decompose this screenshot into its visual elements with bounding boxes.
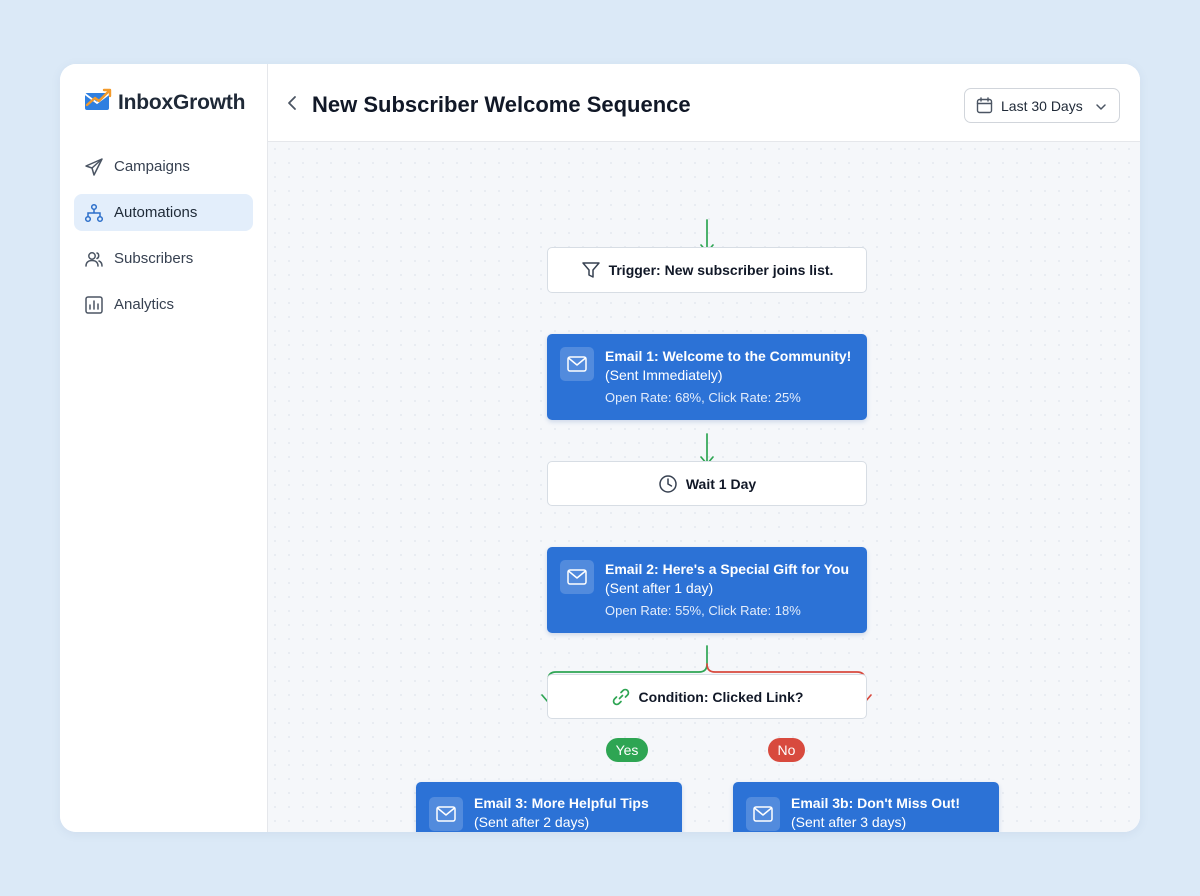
email-3b-subtitle: (Sent after 3 days) bbox=[791, 814, 907, 830]
mail-icon bbox=[560, 347, 594, 381]
sidebar-nav: Campaigns Automations Subscribers Analyt… bbox=[74, 148, 253, 332]
mail-icon bbox=[560, 560, 594, 594]
app-window: InboxGrowth Campaigns Automations Subscr… bbox=[60, 64, 1140, 832]
filter-icon bbox=[581, 260, 601, 280]
email-2-subtitle: (Sent after 1 day) bbox=[605, 580, 714, 596]
trigger-label: Trigger: New subscriber joins list. bbox=[608, 262, 834, 278]
page-header: New Subscriber Welcome Sequence Last 30 … bbox=[268, 64, 1140, 142]
email-2-stats: Open Rate: 55%, Click Rate: 18% bbox=[605, 603, 801, 618]
bar-chart-icon bbox=[84, 295, 104, 315]
link-icon bbox=[611, 687, 631, 707]
email-1-subtitle: (Sent Immediately) bbox=[605, 367, 723, 383]
paper-plane-icon bbox=[84, 157, 104, 177]
email-1-node[interactable]: Email 1: Welcome to the Community! (Sent… bbox=[547, 334, 867, 420]
page-title: New Subscriber Welcome Sequence bbox=[312, 92, 691, 117]
branch-no-label: No bbox=[768, 738, 805, 762]
main-panel: New Subscriber Welcome Sequence Last 30 … bbox=[268, 64, 1140, 832]
brand[interactable]: InboxGrowth bbox=[84, 88, 245, 117]
brand-name: InboxGrowth bbox=[118, 90, 246, 114]
condition-node[interactable]: Condition: Clicked Link? bbox=[547, 674, 867, 719]
email-3b-title: Email 3b: Don't Miss Out! bbox=[791, 795, 961, 811]
mail-icon bbox=[429, 797, 463, 831]
wait-label: Wait 1 Day bbox=[685, 475, 757, 492]
workflow-canvas: Trigger: New subscriber joins list. Emai… bbox=[268, 142, 1140, 832]
sidebar-item-analytics[interactable]: Analytics bbox=[74, 286, 253, 323]
email-2-node[interactable]: Email 2: Here's a Special Gift for You (… bbox=[547, 547, 867, 633]
email-1-stats: Open Rate: 68%, Click Rate: 25% bbox=[605, 390, 801, 405]
branch-yes-label: Yes bbox=[606, 738, 648, 762]
logo-icon bbox=[84, 88, 112, 117]
clock-icon bbox=[658, 474, 678, 494]
date-range-select[interactable]: Last 30 Days bbox=[964, 88, 1120, 123]
email-3-node[interactable]: Email 3: More Helpful Tips (Sent after 2… bbox=[416, 782, 682, 832]
sidebar-item-label: Campaigns bbox=[114, 158, 190, 175]
sidebar-item-subscribers[interactable]: Subscribers bbox=[74, 240, 253, 277]
sidebar-item-automations[interactable]: Automations bbox=[74, 194, 253, 231]
back-arrow-icon[interactable] bbox=[284, 94, 302, 112]
condition-label: Condition: Clicked Link? bbox=[638, 688, 804, 705]
sidebar-item-label: Automations bbox=[114, 204, 198, 221]
sidebar-item-label: Analytics bbox=[114, 296, 175, 313]
date-range-value: Last 30 Days bbox=[1001, 97, 1083, 114]
wait-node[interactable]: Wait 1 Day bbox=[547, 461, 867, 506]
sidebar: InboxGrowth Campaigns Automations Subscr… bbox=[60, 64, 268, 832]
mail-icon bbox=[746, 797, 780, 831]
email-3-title: Email 3: More Helpful Tips bbox=[474, 795, 649, 811]
email-3-subtitle: (Sent after 2 days) bbox=[474, 814, 590, 830]
email-2-title: Email 2: Here's a Special Gift for You bbox=[605, 561, 850, 577]
calendar-icon bbox=[976, 97, 993, 114]
workflow-icon bbox=[84, 203, 104, 223]
email-3b-node[interactable]: Email 3b: Don't Miss Out! (Sent after 3 … bbox=[733, 782, 999, 832]
chevron-down-icon bbox=[1095, 100, 1107, 112]
users-icon bbox=[84, 249, 104, 269]
sidebar-item-label: Subscribers bbox=[114, 250, 194, 267]
sidebar-item-campaigns[interactable]: Campaigns bbox=[74, 148, 253, 185]
email-1-title: Email 1: Welcome to the Community! bbox=[605, 348, 852, 364]
trigger-node[interactable]: Trigger: New subscriber joins list. bbox=[547, 247, 867, 293]
